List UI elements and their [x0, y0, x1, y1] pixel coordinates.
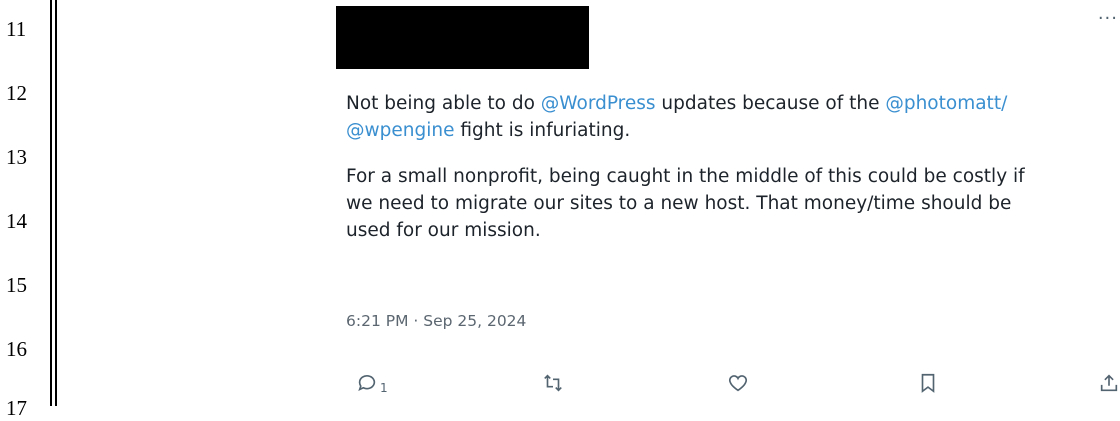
like-button[interactable] — [727, 372, 749, 398]
retweet-icon — [542, 372, 564, 398]
heart-icon — [727, 372, 749, 398]
reply-icon — [356, 372, 378, 398]
share-button[interactable] — [1098, 372, 1120, 398]
tweet-text-segment: updates because of the — [655, 93, 886, 114]
reply-button[interactable]: 1 — [356, 372, 388, 398]
more-icon[interactable]: ··· — [1098, 8, 1118, 29]
tweet-body: Not being able to do @WordPress updates … — [346, 90, 1120, 263]
tweet-text-segment: fight is infuriating. — [454, 120, 631, 141]
reply-count: 1 — [380, 381, 388, 395]
line-number: 13 — [6, 145, 27, 169]
share-icon — [1098, 372, 1120, 398]
pleading-line-numbers: 11 12 13 14 15 16 17 — [0, 0, 50, 420]
line-number: 11 — [6, 17, 27, 41]
tweet-paragraph-1: Not being able to do @WordPress updates … — [346, 90, 1120, 144]
line-number: 14 — [6, 209, 27, 233]
mention-link-wpengine[interactable]: @wpengine — [346, 120, 454, 141]
line-number: 17 — [6, 396, 27, 420]
retweet-button[interactable] — [542, 372, 564, 398]
bookmark-icon — [917, 372, 939, 398]
line-number: 16 — [6, 337, 27, 361]
tweet-screenshot: ··· Not being able to do @WordPress upda… — [322, 0, 1120, 406]
tweet-paragraph-2: For a small nonprofit, being caught in t… — [346, 166, 1025, 241]
bookmark-button[interactable] — [917, 372, 939, 398]
line-number: 12 — [6, 81, 27, 105]
redacted-author-block — [336, 6, 589, 69]
mention-link-photomatt[interactable]: @photomatt/ — [885, 93, 1007, 114]
tweet-timestamp[interactable]: 6:21 PM · Sep 25, 2024 — [346, 312, 526, 330]
tweet-text-segment: Not being able to do — [346, 93, 541, 114]
mention-link-wordpress[interactable]: @WordPress — [541, 93, 656, 114]
margin-rule — [55, 0, 57, 406]
margin-rule — [50, 0, 52, 406]
line-number: 15 — [6, 273, 27, 297]
tweet-action-bar: 1 — [346, 372, 1118, 406]
